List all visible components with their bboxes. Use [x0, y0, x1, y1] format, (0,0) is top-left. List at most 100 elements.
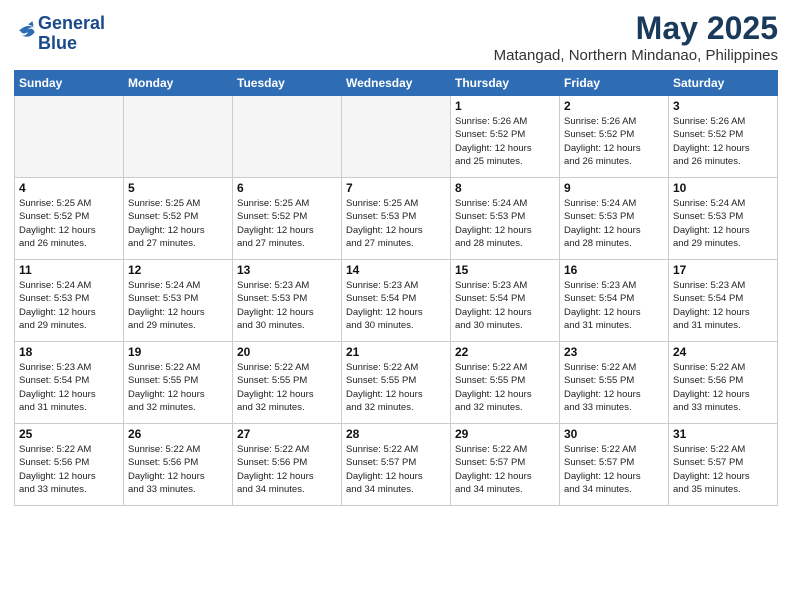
day-cell: 30Sunrise: 5:22 AM Sunset: 5:57 PM Dayli…: [560, 424, 669, 506]
day-info: Sunrise: 5:22 AM Sunset: 5:55 PM Dayligh…: [237, 361, 337, 414]
day-cell: 17Sunrise: 5:23 AM Sunset: 5:54 PM Dayli…: [669, 260, 778, 342]
day-info: Sunrise: 5:24 AM Sunset: 5:53 PM Dayligh…: [673, 197, 773, 250]
page-container: General Blue May 2025 Matangad, Northern…: [0, 0, 792, 516]
day-cell: 25 Sunrise: 5:22 AM Sunset: 5:56 PM Dayli…: [15, 424, 124, 506]
day-info: Sunrise: 5:23 AM Sunset: 5:53 PM Dayligh…: [237, 279, 337, 332]
day-number: 8: [455, 181, 555, 195]
logo: General Blue: [14, 14, 105, 54]
day-cell: 3Sunrise: 5:26 AM Sunset: 5:52 PM Daylig…: [669, 96, 778, 178]
day-number: 23: [564, 345, 664, 359]
day-cell: 22Sunrise: 5:22 AM Sunset: 5:55 PM Dayli…: [451, 342, 560, 424]
day-number: 13: [237, 263, 337, 277]
calendar-body: 1 Sunrise: 5:26 AM Sunset: 5:52 PM Daylig…: [15, 96, 778, 506]
header: General Blue May 2025 Matangad, Northern…: [14, 10, 778, 64]
day-info: Sunrise: 5:22 AM Sunset: 5:55 PM Dayligh…: [346, 361, 446, 414]
week-row-3: 11 Sunrise: 5:24 AM Sunset: 5:53 PM Dayli…: [15, 260, 778, 342]
week-row-4: 18 Sunrise: 5:23 AM Sunset: 5:54 PM Dayli…: [15, 342, 778, 424]
day-cell: 14 Sunrise: 5:23 AM Sunset: 5:54 PM Dayli…: [342, 260, 451, 342]
day-info: Sunrise: 5:22 AM Sunset: 5:55 PM Dayligh…: [564, 361, 664, 414]
day-info: Sunrise: 5:25 AM Sunset: 5:52 PM Dayligh…: [19, 197, 119, 250]
day-header-thursday: Thursday: [451, 71, 560, 96]
day-cell: 15Sunrise: 5:23 AM Sunset: 5:54 PM Dayli…: [451, 260, 560, 342]
day-info: Sunrise: 5:25 AM Sunset: 5:53 PM Dayligh…: [346, 197, 446, 250]
day-header-saturday: Saturday: [669, 71, 778, 96]
logo-icon: [16, 20, 38, 42]
day-info: Sunrise: 5:24 AM Sunset: 5:53 PM Dayligh…: [564, 197, 664, 250]
day-cell: [342, 96, 451, 178]
day-cell: 21 Sunrise: 5:22 AM Sunset: 5:55 PM Dayli…: [342, 342, 451, 424]
day-cell: 9 Sunrise: 5:24 AM Sunset: 5:53 PM Daylig…: [560, 178, 669, 260]
day-info: Sunrise: 5:23 AM Sunset: 5:54 PM Dayligh…: [564, 279, 664, 332]
day-cell: 13 Sunrise: 5:23 AM Sunset: 5:53 PM Dayli…: [233, 260, 342, 342]
day-info: Sunrise: 5:23 AM Sunset: 5:54 PM Dayligh…: [19, 361, 119, 414]
day-cell: 23 Sunrise: 5:22 AM Sunset: 5:55 PM Dayli…: [560, 342, 669, 424]
day-info: Sunrise: 5:22 AM Sunset: 5:56 PM Dayligh…: [128, 443, 228, 496]
day-number: 26: [128, 427, 228, 441]
day-number: 1: [455, 99, 555, 113]
subtitle: Matangad, Northern Mindanao, Philippines: [494, 47, 778, 64]
day-cell: 26 Sunrise: 5:22 AM Sunset: 5:56 PM Dayli…: [124, 424, 233, 506]
week-row-5: 25 Sunrise: 5:22 AM Sunset: 5:56 PM Dayli…: [15, 424, 778, 506]
day-number: 10: [673, 181, 773, 195]
day-cell: 20 Sunrise: 5:22 AM Sunset: 5:55 PM Dayli…: [233, 342, 342, 424]
week-row-1: 1 Sunrise: 5:26 AM Sunset: 5:52 PM Daylig…: [15, 96, 778, 178]
day-number: 5: [128, 181, 228, 195]
day-header-sunday: Sunday: [15, 71, 124, 96]
day-cell: [15, 96, 124, 178]
week-row-2: 4 Sunrise: 5:25 AM Sunset: 5:52 PM Daylig…: [15, 178, 778, 260]
calendar-table: SundayMondayTuesdayWednesdayThursdayFrid…: [14, 70, 778, 506]
day-header-tuesday: Tuesday: [233, 71, 342, 96]
day-cell: 19 Sunrise: 5:22 AM Sunset: 5:55 PM Dayli…: [124, 342, 233, 424]
day-cell: 4 Sunrise: 5:25 AM Sunset: 5:52 PM Daylig…: [15, 178, 124, 260]
day-cell: 31Sunrise: 5:22 AM Sunset: 5:57 PM Dayli…: [669, 424, 778, 506]
day-header-friday: Friday: [560, 71, 669, 96]
day-number: 24: [673, 345, 773, 359]
day-info: Sunrise: 5:23 AM Sunset: 5:54 PM Dayligh…: [346, 279, 446, 332]
header-row: SundayMondayTuesdayWednesdayThursdayFrid…: [15, 71, 778, 96]
day-info: Sunrise: 5:22 AM Sunset: 5:55 PM Dayligh…: [128, 361, 228, 414]
day-info: Sunrise: 5:22 AM Sunset: 5:56 PM Dayligh…: [237, 443, 337, 496]
day-cell: 27 Sunrise: 5:22 AM Sunset: 5:56 PM Dayli…: [233, 424, 342, 506]
day-number: 11: [19, 263, 119, 277]
logo-text: General Blue: [38, 14, 105, 54]
day-info: Sunrise: 5:23 AM Sunset: 5:54 PM Dayligh…: [455, 279, 555, 332]
day-cell: 5Sunrise: 5:25 AM Sunset: 5:52 PM Daylig…: [124, 178, 233, 260]
day-cell: 16 Sunrise: 5:23 AM Sunset: 5:54 PM Dayli…: [560, 260, 669, 342]
day-cell: 24 Sunrise: 5:22 AM Sunset: 5:56 PM Dayli…: [669, 342, 778, 424]
day-number: 14: [346, 263, 446, 277]
calendar-header: SundayMondayTuesdayWednesdayThursdayFrid…: [15, 71, 778, 96]
day-info: Sunrise: 5:26 AM Sunset: 5:52 PM Dayligh…: [455, 115, 555, 168]
day-info: Sunrise: 5:24 AM Sunset: 5:53 PM Dayligh…: [128, 279, 228, 332]
day-info: Sunrise: 5:22 AM Sunset: 5:57 PM Dayligh…: [346, 443, 446, 496]
day-number: 21: [346, 345, 446, 359]
title-area: May 2025 Matangad, Northern Mindanao, Ph…: [494, 10, 778, 64]
day-number: 20: [237, 345, 337, 359]
day-cell: 29Sunrise: 5:22 AM Sunset: 5:57 PM Dayli…: [451, 424, 560, 506]
day-number: 19: [128, 345, 228, 359]
day-cell: 2Sunrise: 5:26 AM Sunset: 5:52 PM Daylig…: [560, 96, 669, 178]
day-info: Sunrise: 5:22 AM Sunset: 5:56 PM Dayligh…: [673, 361, 773, 414]
day-number: 27: [237, 427, 337, 441]
day-number: 25: [19, 427, 119, 441]
day-info: Sunrise: 5:22 AM Sunset: 5:56 PM Dayligh…: [19, 443, 119, 496]
day-number: 4: [19, 181, 119, 195]
day-cell: [124, 96, 233, 178]
day-cell: 11Sunrise: 5:24 AM Sunset: 5:53 PM Dayli…: [15, 260, 124, 342]
day-info: Sunrise: 5:22 AM Sunset: 5:57 PM Dayligh…: [455, 443, 555, 496]
day-number: 18: [19, 345, 119, 359]
day-number: 16: [564, 263, 664, 277]
main-title: May 2025: [494, 10, 778, 47]
day-number: 6: [237, 181, 337, 195]
day-cell: 18 Sunrise: 5:23 AM Sunset: 5:54 PM Dayli…: [15, 342, 124, 424]
day-number: 7: [346, 181, 446, 195]
day-cell: 12 Sunrise: 5:24 AM Sunset: 5:53 PM Dayli…: [124, 260, 233, 342]
day-cell: 1 Sunrise: 5:26 AM Sunset: 5:52 PM Daylig…: [451, 96, 560, 178]
day-number: 9: [564, 181, 664, 195]
day-info: Sunrise: 5:22 AM Sunset: 5:55 PM Dayligh…: [455, 361, 555, 414]
day-info: Sunrise: 5:23 AM Sunset: 5:54 PM Dayligh…: [673, 279, 773, 332]
day-info: Sunrise: 5:25 AM Sunset: 5:52 PM Dayligh…: [237, 197, 337, 250]
day-info: Sunrise: 5:26 AM Sunset: 5:52 PM Dayligh…: [564, 115, 664, 168]
day-info: Sunrise: 5:22 AM Sunset: 5:57 PM Dayligh…: [564, 443, 664, 496]
day-cell: 10 Sunrise: 5:24 AM Sunset: 5:53 PM Dayli…: [669, 178, 778, 260]
day-number: 12: [128, 263, 228, 277]
